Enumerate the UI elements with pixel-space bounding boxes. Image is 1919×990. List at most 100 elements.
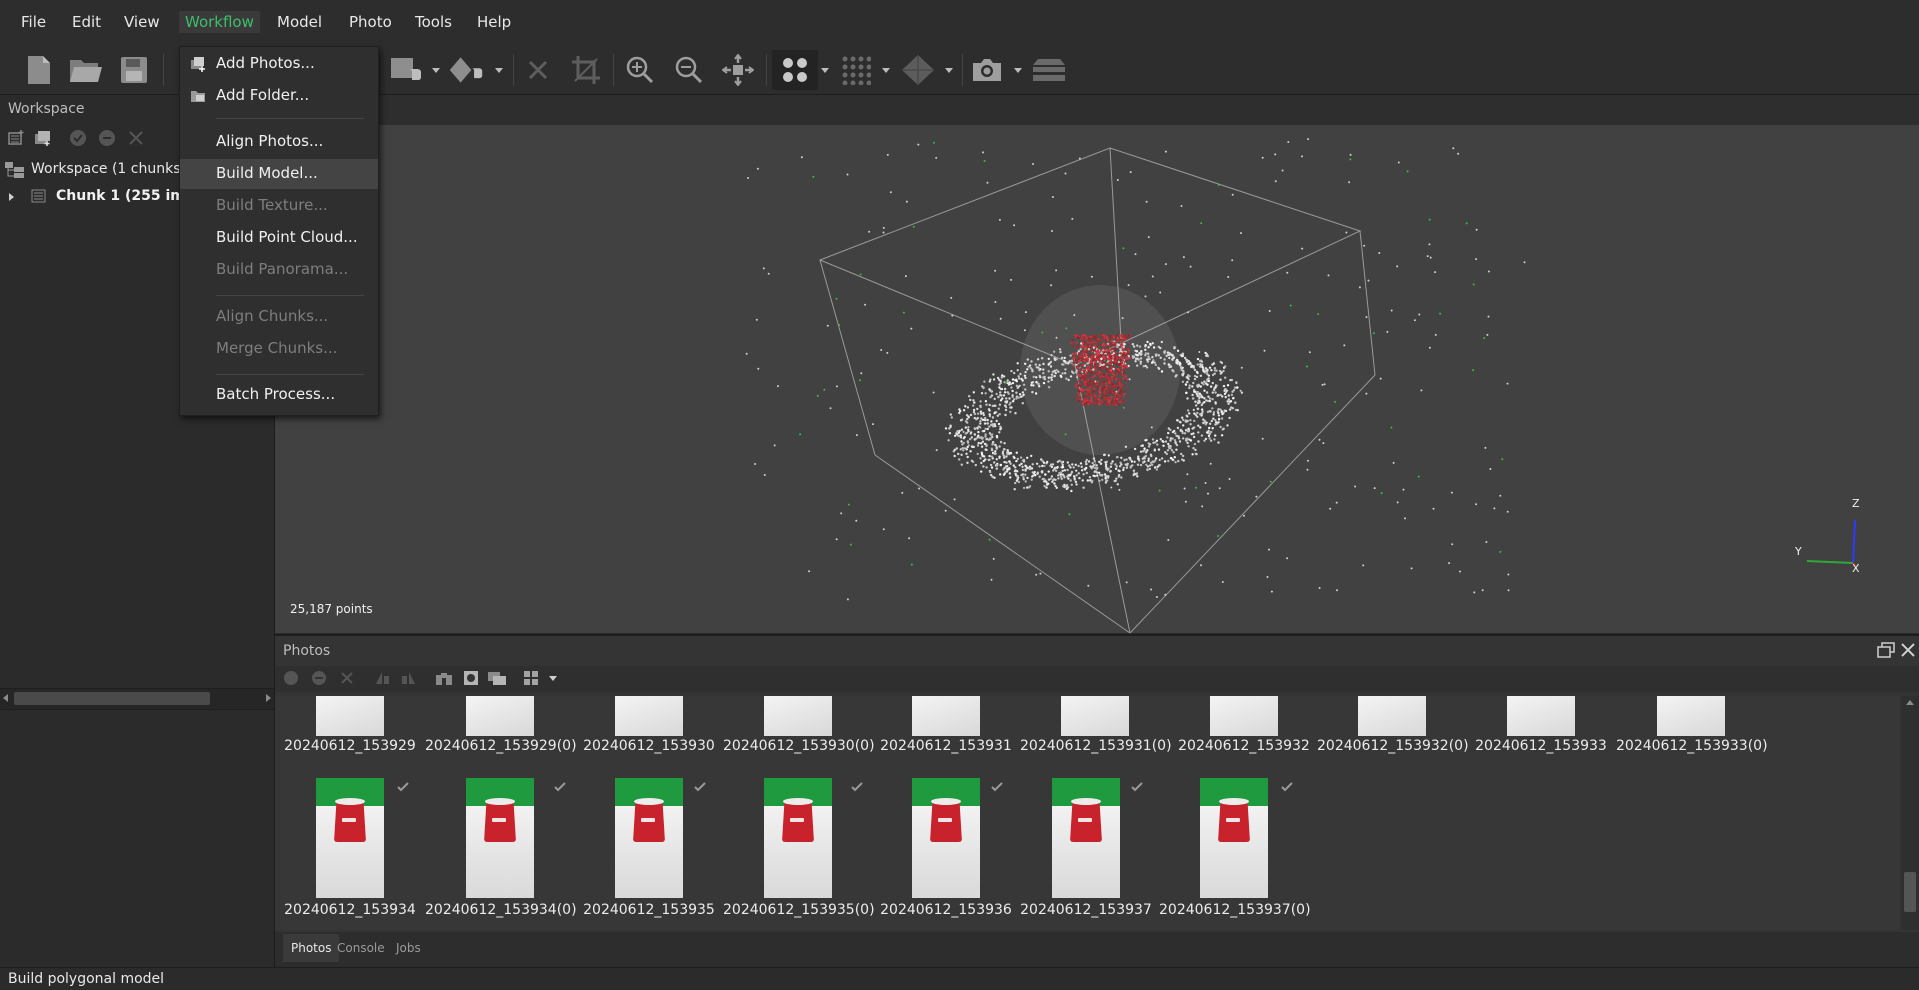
mask-icon[interactable]: [463, 670, 481, 688]
cloud-point: [1126, 366, 1129, 369]
cloud-point: [1010, 369, 1013, 373]
cloud-point: [962, 449, 965, 452]
crop-icon[interactable]: [568, 52, 604, 88]
menu-item-merge-chunks[interactable]: Merge Chunks...: [180, 334, 378, 364]
menu-item-build-texture[interactable]: Build Texture...: [180, 191, 378, 221]
cloud-point: [984, 427, 987, 431]
scrollbar-thumb[interactable]: [14, 692, 210, 705]
cloud-point: [1041, 357, 1044, 360]
menu-view[interactable]: View: [124, 13, 160, 31]
reset-view-icon[interactable]: [720, 52, 756, 88]
close-panel-icon[interactable]: [1900, 642, 1916, 663]
model-view-icon[interactable]: [900, 52, 936, 88]
scrollbar-thumb[interactable]: [1904, 872, 1916, 912]
chevron-down-icon[interactable]: [882, 68, 890, 73]
scroll-left-icon[interactable]: [3, 694, 8, 702]
photo-set-icon[interactable]: [487, 670, 506, 688]
cloud-point: [1134, 253, 1137, 256]
chevron-down-icon[interactable]: [1014, 68, 1022, 73]
cloud-point: [1125, 334, 1128, 337]
properties-pane: [0, 709, 274, 968]
cloud-point: [989, 463, 993, 467]
cloud-point: [1072, 359, 1075, 362]
new-file-icon[interactable]: [21, 52, 57, 88]
workspace-horizontal-scrollbar[interactable]: [0, 688, 274, 710]
rotate-left-icon[interactable]: [374, 670, 392, 688]
menu-item-add-folder[interactable]: Add Folder...: [180, 81, 378, 111]
chevron-down-icon[interactable]: [821, 68, 829, 73]
cloud-point: [1085, 398, 1088, 401]
menu-item-build-panorama[interactable]: Build Panorama...: [180, 255, 378, 285]
cloud-point: [1029, 366, 1033, 370]
disable-icon[interactable]: [98, 129, 116, 147]
point-cloud-view-icon[interactable]: [772, 50, 818, 90]
menu-item-add-photos[interactable]: Add Photos...: [180, 49, 378, 79]
menu-item-align-photos[interactable]: Align Photos...: [180, 127, 378, 157]
cloud-point: [1175, 359, 1178, 363]
tab-photos[interactable]: Photos: [283, 934, 340, 962]
save-icon[interactable]: [116, 52, 152, 88]
cloud-point: [1186, 376, 1189, 379]
close-icon[interactable]: [520, 52, 556, 88]
camera-icon[interactable]: [969, 52, 1005, 88]
dense-cloud-view-icon[interactable]: [838, 52, 874, 88]
tab-console[interactable]: Console: [337, 941, 385, 955]
zoom-in-icon[interactable]: [622, 52, 658, 88]
menu-file[interactable]: File: [21, 13, 46, 31]
photo-label: 20240612_153930(0): [723, 738, 875, 754]
menu-edit[interactable]: Edit: [72, 13, 101, 31]
cloud-point: [1103, 380, 1106, 383]
cloud-point: [1219, 393, 1222, 397]
cloud-point: [1155, 596, 1158, 598]
photos-vertical-scrollbar[interactable]: [1901, 696, 1919, 930]
cloud-point: [1191, 453, 1194, 456]
open-folder-icon[interactable]: [68, 52, 104, 88]
chevron-down-icon[interactable]: [945, 68, 953, 73]
layers-icon[interactable]: [1031, 52, 1067, 88]
cloud-point: [855, 434, 858, 437]
photo-image: [1052, 778, 1120, 898]
cloud-point: [972, 404, 975, 407]
menu-item-build-point-cloud[interactable]: Build Point Cloud...: [180, 223, 378, 253]
enable-icon[interactable]: [69, 129, 87, 147]
add-chunk-icon[interactable]: [7, 129, 25, 147]
add-photos-icon[interactable]: [34, 129, 52, 147]
scroll-up-icon[interactable]: [1906, 700, 1914, 705]
remove-icon[interactable]: [127, 129, 145, 147]
menu-item-batch-process[interactable]: Batch Process...: [180, 380, 378, 410]
expand-arrow-icon[interactable]: [9, 193, 14, 201]
chevron-down-icon[interactable]: [495, 68, 503, 73]
menu-photo[interactable]: Photo: [349, 13, 392, 31]
model-viewport[interactable]: Z Y X 25,187 points: [275, 125, 1919, 633]
float-panel-icon[interactable]: [1877, 642, 1895, 663]
navigation-mode-icon[interactable]: [448, 52, 484, 88]
chevron-down-icon[interactable]: [432, 68, 440, 73]
remove-camera-icon[interactable]: [339, 670, 357, 688]
cloud-point: [1157, 367, 1161, 370]
menu-item-align-chunks[interactable]: Align Chunks...: [180, 302, 378, 332]
menu-workflow[interactable]: Workflow: [179, 11, 260, 33]
cloud-point: [777, 385, 779, 388]
cloud-point: [767, 272, 770, 275]
scroll-right-icon[interactable]: [266, 694, 271, 702]
cloud-point: [993, 476, 996, 479]
cloud-point: [1046, 483, 1049, 486]
tab-jobs[interactable]: Jobs: [396, 941, 421, 955]
thumbnail-view-icon[interactable]: [523, 670, 541, 688]
disable-camera-icon[interactable]: [311, 670, 329, 688]
rotate-right-icon[interactable]: [401, 670, 419, 688]
menu-model[interactable]: Model: [277, 13, 322, 31]
zoom-out-icon[interactable]: [671, 52, 707, 88]
menu-help[interactable]: Help: [477, 13, 511, 31]
cloud-point: [1071, 352, 1075, 355]
cloud-point: [1136, 364, 1139, 367]
cloud-point: [1141, 444, 1144, 447]
binoculars-icon[interactable]: [435, 670, 453, 688]
cloud-point: [1390, 426, 1393, 429]
chevron-down-icon[interactable]: [549, 676, 557, 681]
point-cloud-canvas[interactable]: [275, 125, 1919, 633]
menu-item-build-model[interactable]: Build Model...: [180, 159, 378, 189]
enable-camera-icon[interactable]: [283, 670, 301, 688]
rectangle-selection-icon[interactable]: [388, 52, 424, 88]
menu-tools[interactable]: Tools: [415, 13, 452, 31]
